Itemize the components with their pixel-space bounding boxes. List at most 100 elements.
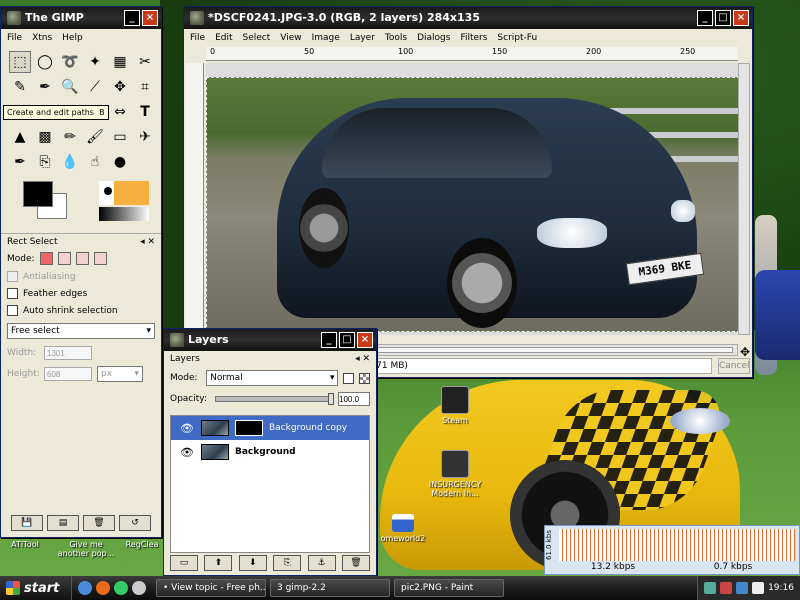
crop-icon[interactable]: ⌗ [134,76,156,98]
menu-edit[interactable]: Edit [215,33,232,43]
gradient-indicator[interactable] [99,207,149,221]
tray-security-icon[interactable] [720,582,733,594]
close-button[interactable]: × [733,10,749,26]
mode-intersect-button[interactable] [93,252,107,265]
opacity-field[interactable] [338,392,370,406]
menu-layer[interactable]: Layer [350,33,375,43]
desktop-icon-homeworld2[interactable]: omeworld2 [378,514,428,543]
color-select-icon[interactable]: ▦ [109,51,131,73]
menu-help[interactable]: Help [62,33,83,43]
eraser-icon[interactable]: ▭ [109,126,131,148]
close-button[interactable]: × [142,10,158,26]
desktop-icon-give-me[interactable]: Give me another pop... [56,540,116,558]
task-paint[interactable]: pic2.PNG - Paint [394,579,504,597]
move-icon[interactable]: ✥ [109,76,131,98]
dodge-burn-icon[interactable]: ● [109,151,131,173]
maximize-button[interactable]: □ [339,332,355,348]
rect-select-icon[interactable]: ⬚ [9,51,31,73]
tray-volume-icon[interactable] [736,582,749,594]
maximize-button[interactable]: □ [715,10,731,26]
paths-icon[interactable]: ✎ [9,76,31,98]
panel-menu-icon[interactable]: ◂ ✕ [140,237,155,247]
layer-row[interactable]: 👁 Background [171,440,369,464]
blend-icon[interactable]: ▩ [34,126,56,148]
image-canvas[interactable]: M369 BKE [206,63,740,335]
start-button[interactable]: start [0,576,72,600]
raise-layer-button[interactable]: ⬆ [204,555,233,571]
foreground-color-swatch[interactable] [23,181,53,207]
auto-shrink-checkbox[interactable] [7,305,18,316]
keep-transparency-checkbox[interactable] [343,372,355,384]
blur-icon[interactable]: 💧 [59,151,81,173]
restore-options-button[interactable]: ▤ [47,515,79,531]
height-field[interactable] [44,367,92,381]
desktop-icon-steam[interactable]: Steam [420,386,490,425]
feather-checkbox[interactable] [7,288,18,299]
ellipse-select-icon[interactable]: ◯ [34,51,56,73]
mode-subtract-button[interactable] [75,252,89,265]
delete-options-button[interactable]: 🗑 [83,515,115,531]
minimize-button[interactable]: _ [124,10,140,26]
bucket-fill-icon[interactable]: ▲ [9,126,31,148]
mode-add-button[interactable] [57,252,71,265]
layers-titlebar[interactable]: Layers _ □ × [164,329,376,351]
paintbrush-icon[interactable]: 🖌 [84,126,106,148]
firefox-icon[interactable] [96,581,110,595]
menu-filters[interactable]: Filters [460,33,487,43]
fuzzy-select-icon[interactable]: ✦ [84,51,106,73]
scissors-icon[interactable]: ✂ [134,51,156,73]
reset-options-button[interactable]: ↺ [119,515,151,531]
vertical-scrollbar[interactable] [738,63,750,335]
panel-menu-icon[interactable]: ◂ ✕ [355,354,370,364]
layer-mode-dropdown[interactable]: Normal [206,370,339,386]
text-icon[interactable]: T [134,101,156,123]
menu-script-fu[interactable]: Script-Fu [497,33,537,43]
clock[interactable]: 19:16 [768,583,794,593]
lasso-icon[interactable]: ➰ [59,51,81,73]
color-picker-icon[interactable]: ✒ [34,76,56,98]
image-window-titlebar[interactable]: *DSCF0241.JPG-3.0 (RGB, 2 layers) 284x13… [184,7,752,29]
anchor-layer-button[interactable]: ⚓ [307,555,336,571]
save-options-button[interactable]: 💾 [11,515,43,531]
airbrush-icon[interactable]: ✈ [134,126,156,148]
menu-tools[interactable]: Tools [385,33,407,43]
lower-layer-button[interactable]: ⬇ [238,555,267,571]
delete-layer-button[interactable]: 🗑 [341,555,370,571]
tray-network-icon[interactable] [704,582,717,594]
media-icon[interactable] [114,581,128,595]
duplicate-layer-button[interactable]: ⎘ [273,555,302,571]
antialiasing-checkbox[interactable] [7,271,18,282]
tray-clock-icon[interactable] [752,582,765,594]
task-firefox[interactable]: • View topic - Free ph... [156,579,266,597]
desktop-icon-insurgency[interactable]: INSURGENCY Modern In... [420,450,490,498]
flip-icon[interactable]: ⇔ [109,101,131,123]
opacity-slider[interactable] [215,393,334,405]
clone-icon[interactable]: ⎘ [34,151,56,173]
cancel-button[interactable]: Cancel [718,358,750,374]
menu-view[interactable]: View [280,33,301,43]
new-layer-button[interactable]: ▭ [170,555,198,571]
menu-select[interactable]: Select [243,33,271,43]
minimize-button[interactable]: _ [321,332,337,348]
minimize-button[interactable]: _ [697,10,713,26]
unit-dropdown[interactable]: px [97,366,143,382]
desktop-icon-regclean[interactable]: RegClea [122,540,162,549]
mode-replace-button[interactable] [39,252,53,265]
layer-row[interactable]: 👁 Background copy [171,416,369,440]
pencil-icon[interactable]: ✏ [59,126,81,148]
measure-icon[interactable]: ⟋ [84,76,106,98]
menu-file[interactable]: File [7,33,22,43]
close-button[interactable]: × [357,332,373,348]
eye-icon[interactable]: 👁 [179,446,195,459]
eye-icon[interactable]: 👁 [179,422,195,435]
show-desktop-icon[interactable] [132,581,146,595]
selection-mode-dropdown[interactable]: Free select [7,323,155,339]
lock-alpha-icon[interactable] [359,372,370,384]
menu-image[interactable]: Image [312,33,340,43]
menu-xtns[interactable]: Xtns [32,33,52,43]
menu-dialogs[interactable]: Dialogs [417,33,450,43]
task-gimp[interactable]: 3 gimp-2.2 [270,579,390,597]
zoom-icon[interactable]: 🔍 [59,76,81,98]
toolbox-titlebar[interactable]: The GIMP _ × [1,7,161,29]
brush-pattern-indicator[interactable] [99,181,149,205]
